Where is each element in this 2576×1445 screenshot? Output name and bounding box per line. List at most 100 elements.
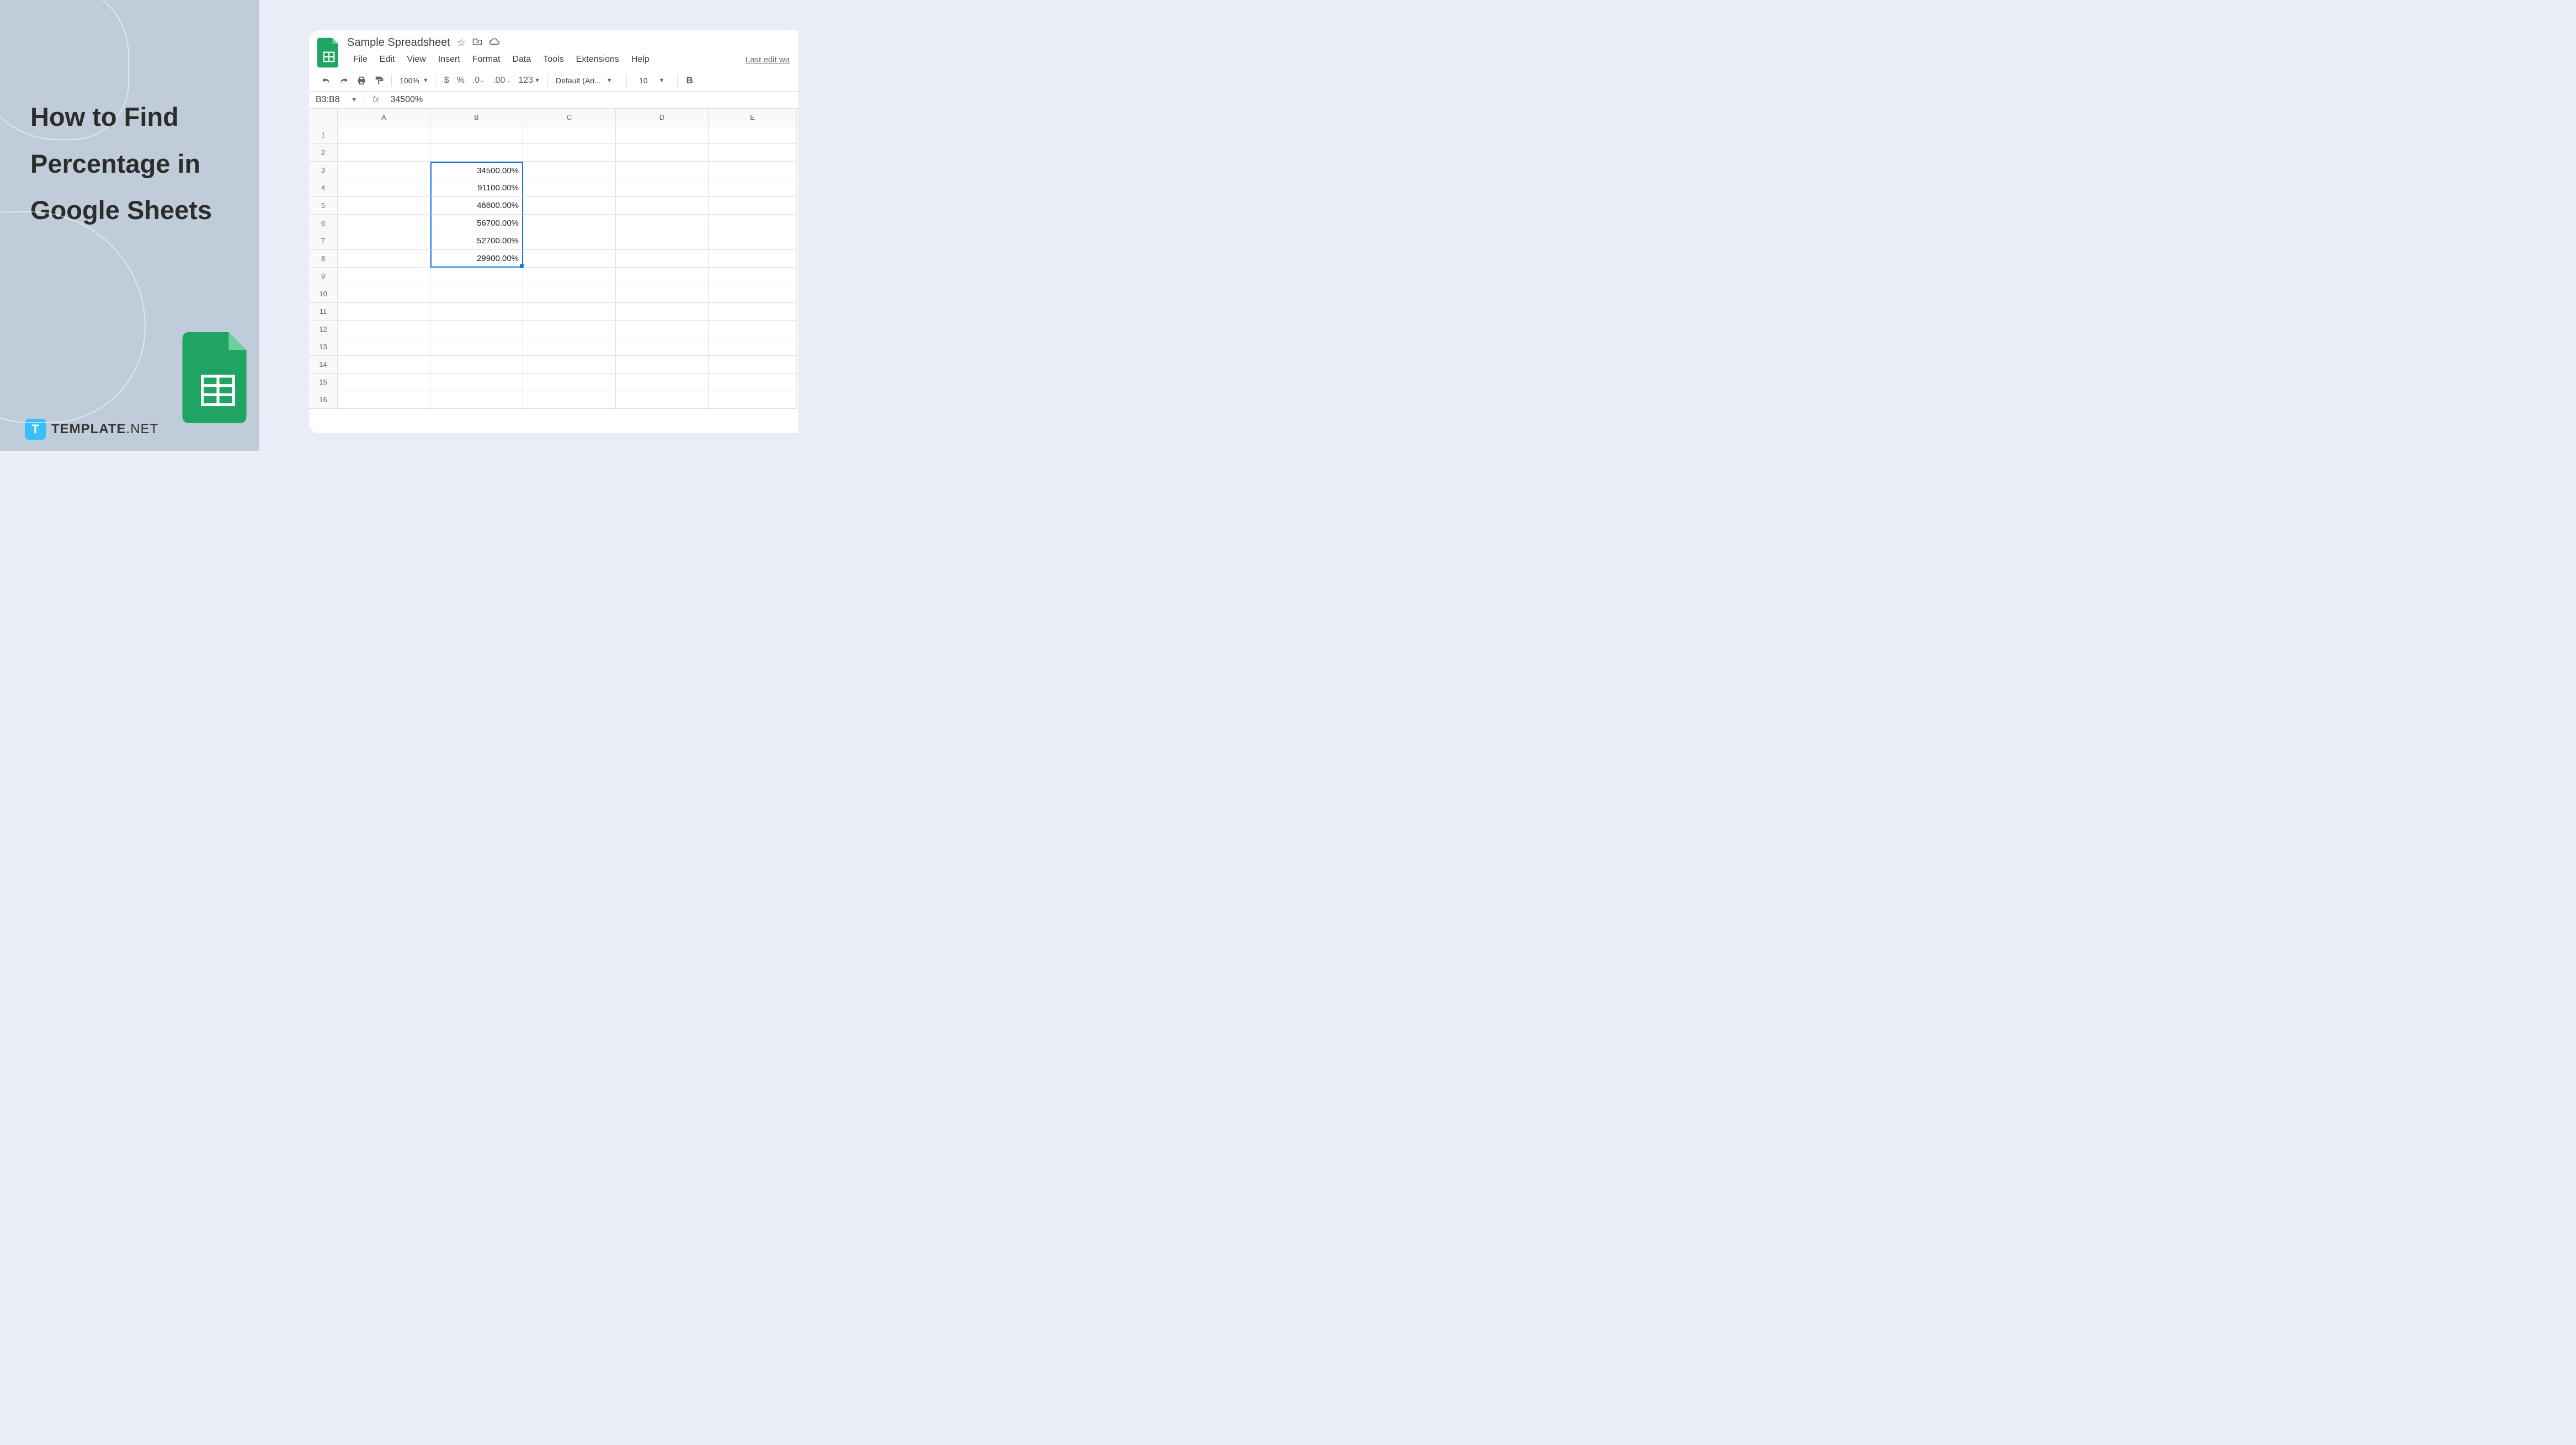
cell[interactable]	[338, 197, 430, 215]
doc-title[interactable]: Sample Spreadsheet	[347, 36, 450, 49]
cell[interactable]	[338, 285, 430, 303]
cell[interactable]	[338, 303, 430, 321]
more-formats-button[interactable]: 123▼	[514, 73, 544, 88]
cell[interactable]	[616, 215, 709, 232]
cell[interactable]	[338, 215, 430, 232]
cell-b8[interactable]: 29900.00%	[430, 250, 523, 268]
cell[interactable]	[616, 321, 709, 338]
cell[interactable]	[709, 215, 797, 232]
cell[interactable]	[338, 356, 430, 374]
cell[interactable]	[616, 197, 709, 215]
menu-insert[interactable]: Insert	[432, 52, 466, 67]
cell[interactable]	[709, 303, 797, 321]
row-header[interactable]: 1	[309, 126, 338, 144]
cell[interactable]	[616, 391, 709, 409]
cell[interactable]	[338, 162, 430, 179]
cell[interactable]	[709, 179, 797, 197]
cell-b5[interactable]: 46600.00%	[430, 197, 523, 215]
cell[interactable]	[616, 303, 709, 321]
formula-input[interactable]: 34500%	[387, 92, 425, 108]
menu-format[interactable]: Format	[466, 52, 507, 67]
cell[interactable]	[616, 250, 709, 268]
row-header[interactable]: 4	[309, 179, 338, 197]
cell[interactable]	[523, 232, 616, 250]
cell[interactable]	[616, 285, 709, 303]
row-header[interactable]: 7	[309, 232, 338, 250]
row-header[interactable]: 13	[309, 338, 338, 356]
cell[interactable]	[709, 126, 797, 144]
font-selector[interactable]: Default (Ari...▼	[551, 76, 623, 85]
col-header-b[interactable]: B	[430, 109, 523, 126]
cloud-status-icon[interactable]	[489, 37, 500, 49]
cell[interactable]	[338, 232, 430, 250]
cell[interactable]	[338, 338, 430, 356]
cell[interactable]	[523, 144, 616, 162]
name-box[interactable]: B3:B8▼	[309, 92, 364, 108]
cell[interactable]	[338, 144, 430, 162]
row-header[interactable]: 15	[309, 374, 338, 391]
cell[interactable]	[523, 250, 616, 268]
row-header[interactable]: 16	[309, 391, 338, 409]
cell[interactable]	[523, 268, 616, 285]
menu-tools[interactable]: Tools	[537, 52, 570, 67]
currency-button[interactable]: $	[440, 73, 453, 88]
cell[interactable]	[709, 232, 797, 250]
percent-button[interactable]: %	[453, 73, 469, 88]
cell[interactable]	[430, 144, 523, 162]
cell[interactable]	[430, 391, 523, 409]
cell[interactable]	[616, 374, 709, 391]
cell[interactable]	[709, 285, 797, 303]
cell[interactable]	[616, 232, 709, 250]
cell[interactable]	[709, 144, 797, 162]
menu-help[interactable]: Help	[625, 52, 656, 67]
cell[interactable]	[523, 179, 616, 197]
cell[interactable]	[709, 268, 797, 285]
cell[interactable]	[523, 356, 616, 374]
cell[interactable]	[709, 374, 797, 391]
move-folder-icon[interactable]	[472, 37, 482, 49]
cell[interactable]	[430, 374, 523, 391]
cell[interactable]	[709, 162, 797, 179]
cell[interactable]	[616, 144, 709, 162]
print-icon[interactable]	[353, 74, 370, 87]
cell[interactable]	[430, 356, 523, 374]
row-header[interactable]: 8	[309, 250, 338, 268]
cell[interactable]	[523, 197, 616, 215]
cell-b6[interactable]: 56700.00%	[430, 215, 523, 232]
increase-decimal-button[interactable]: .00→	[489, 73, 514, 88]
cell[interactable]	[709, 250, 797, 268]
cell[interactable]	[709, 321, 797, 338]
menu-data[interactable]: Data	[506, 52, 537, 67]
menu-edit[interactable]: Edit	[374, 52, 401, 67]
cell[interactable]	[430, 126, 523, 144]
cell[interactable]	[430, 321, 523, 338]
row-header[interactable]: 9	[309, 268, 338, 285]
paint-format-icon[interactable]	[370, 73, 388, 88]
font-size-selector[interactable]: 10▼	[630, 76, 673, 85]
select-all-corner[interactable]	[309, 109, 338, 126]
menu-extensions[interactable]: Extensions	[570, 52, 625, 67]
cell[interactable]	[430, 285, 523, 303]
cell-b4[interactable]: 91100.00%	[430, 179, 523, 197]
cell[interactable]	[338, 268, 430, 285]
col-header-d[interactable]: D	[616, 109, 709, 126]
col-header-e[interactable]: E	[709, 109, 797, 126]
cell[interactable]	[709, 391, 797, 409]
bold-button[interactable]: B	[681, 75, 699, 86]
cell[interactable]	[338, 374, 430, 391]
row-header[interactable]: 12	[309, 321, 338, 338]
menu-view[interactable]: View	[401, 52, 432, 67]
row-header[interactable]: 6	[309, 215, 338, 232]
cell-b7[interactable]: 52700.00%	[430, 232, 523, 250]
cell[interactable]	[523, 162, 616, 179]
cell[interactable]	[523, 391, 616, 409]
row-header[interactable]: 11	[309, 303, 338, 321]
cell[interactable]	[338, 321, 430, 338]
decrease-decimal-button[interactable]: .0←	[469, 73, 489, 88]
cell[interactable]	[338, 126, 430, 144]
cell[interactable]	[523, 338, 616, 356]
sheets-app-icon[interactable]	[317, 38, 340, 68]
menu-file[interactable]: File	[347, 52, 374, 67]
row-header[interactable]: 14	[309, 356, 338, 374]
cell[interactable]	[523, 126, 616, 144]
